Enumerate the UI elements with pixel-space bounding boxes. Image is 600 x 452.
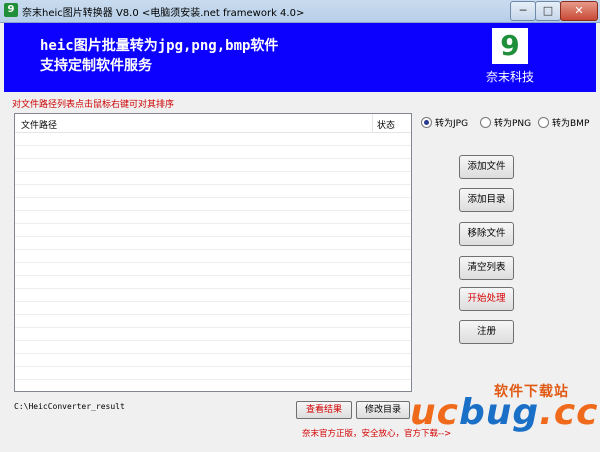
maximize-button[interactable]: □ [535,1,561,21]
radio-png-label: 转为PNG [494,119,532,129]
radio-bmp-label: 转为BMP [552,119,590,129]
view-results-button[interactable]: 查看结果 [296,401,352,419]
radio-png[interactable]: 转为PNG [480,116,531,129]
file-list[interactable]: 文件路径 状态 [14,113,412,392]
column-status[interactable]: 状态 [377,118,395,131]
output-path: C:\HeicConverter_result [14,402,125,411]
watermark-logo: ucbug.cc [410,392,599,433]
column-file-path[interactable]: 文件路径 [21,118,57,131]
close-button[interactable]: ✕ [560,1,598,21]
remove-file-button[interactable]: 移除文件 [459,222,514,246]
app-icon: 9 [4,3,18,17]
banner: heic图片批量转为jpg,png,bmp软件 支持定制软件服务 9 奈末科技 [4,23,596,92]
minimize-button[interactable]: ─ [510,1,536,21]
file-list-header: 文件路径 状态 [15,114,411,133]
radio-jpg[interactable]: 转为JPG [421,116,468,129]
logo-text: 奈末科技 [485,70,534,84]
banner-subtitle: 支持定制软件服务 [40,58,152,74]
register-button[interactable]: 注册 [459,320,514,344]
start-processing-button[interactable]: 开始处理 [459,287,514,311]
watermark-brand-cc: .cc [539,392,599,433]
sort-hint: 对文件路径列表点击鼠标右键可对其排序 [12,100,175,110]
add-directory-button[interactable]: 添加目录 [459,188,514,212]
radio-selected-icon[interactable] [421,117,432,128]
add-file-button[interactable]: 添加文件 [459,155,514,179]
file-list-rows[interactable] [15,133,411,391]
watermark-brand-uc: uc [410,392,459,433]
change-directory-button[interactable]: 修改目录 [356,401,410,419]
watermark-brand-bug: bug [458,392,540,433]
clear-list-button[interactable]: 清空列表 [459,256,514,280]
radio-unselected-icon[interactable] [480,117,491,128]
logo-badge: 9 [492,28,528,64]
banner-title: heic图片批量转为jpg,png,bmp软件 [40,38,279,54]
radio-jpg-label: 转为JPG [435,119,469,129]
radio-unselected-icon[interactable] [538,117,549,128]
title-bar: 9 奈末heic图片转换器 V8.0 <电脑须安装.net framework … [0,0,600,23]
company-logo: 9 奈末科技 [477,26,543,86]
window-title: 奈末heic图片转换器 V8.0 <电脑须安装.net framework 4.… [22,8,305,19]
logo-nine-icon: 9 [500,29,520,62]
radio-bmp[interactable]: 转为BMP [538,116,589,129]
